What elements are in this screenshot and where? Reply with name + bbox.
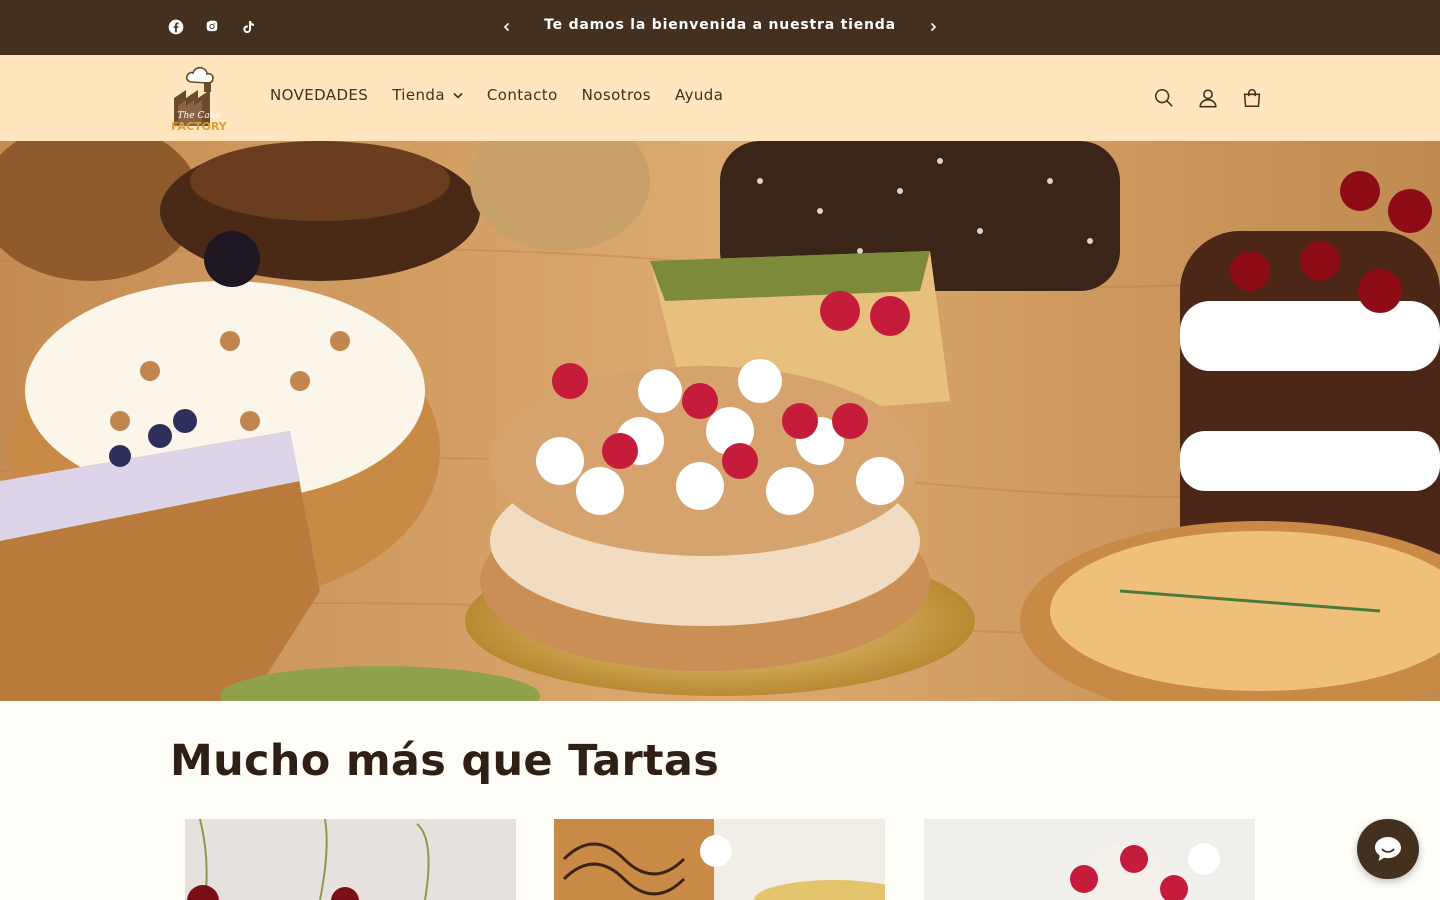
nav-tienda[interactable]: Tienda xyxy=(380,86,475,104)
nav-novedades[interactable]: NOVEDADES xyxy=(258,86,380,104)
search-icon[interactable] xyxy=(1150,84,1178,112)
raspberry-cake-card-image[interactable] xyxy=(924,819,1255,900)
announcement-text: Te damos la bienvenida a nuestra tienda xyxy=(544,17,896,33)
nav-label: Tienda xyxy=(392,86,445,104)
section-title: Mucho más que Tartas xyxy=(170,736,720,786)
tiktok-icon[interactable] xyxy=(238,17,258,37)
cherries-card-image[interactable] xyxy=(185,819,516,900)
chevron-right-icon[interactable] xyxy=(922,16,944,38)
site-header: The Cake FACTORY NOVEDADES Tienda Contac… xyxy=(0,55,1440,141)
facebook-icon[interactable] xyxy=(166,17,186,37)
nav-contacto[interactable]: Contacto xyxy=(475,86,570,104)
social-links xyxy=(166,17,258,37)
cart-icon[interactable] xyxy=(1238,84,1266,112)
instagram-icon[interactable] xyxy=(202,17,222,37)
nav-label: NOVEDADES xyxy=(270,86,369,104)
nav-nosotros[interactable]: Nosotros xyxy=(570,86,663,104)
nav-label: Ayuda xyxy=(674,86,724,104)
glazed-loaf-card-image[interactable] xyxy=(554,819,885,900)
svg-text:FACTORY: FACTORY xyxy=(171,120,228,133)
chat-button[interactable] xyxy=(1357,819,1419,879)
nav-label: Contacto xyxy=(486,86,558,104)
chevron-down-icon xyxy=(453,92,463,99)
nav-ayuda[interactable]: Ayuda xyxy=(663,86,735,104)
nav-label: Nosotros xyxy=(581,86,651,104)
hero-banner-image xyxy=(0,141,1440,701)
chat-bubble-icon xyxy=(1375,837,1401,861)
store-logo[interactable]: The Cake FACTORY xyxy=(166,62,236,134)
main-nav: NOVEDADES Tienda Contacto Nosotros Ayuda xyxy=(258,86,735,104)
account-icon[interactable] xyxy=(1194,84,1222,112)
announcement-bar: Te damos la bienvenida a nuestra tienda xyxy=(0,0,1440,55)
